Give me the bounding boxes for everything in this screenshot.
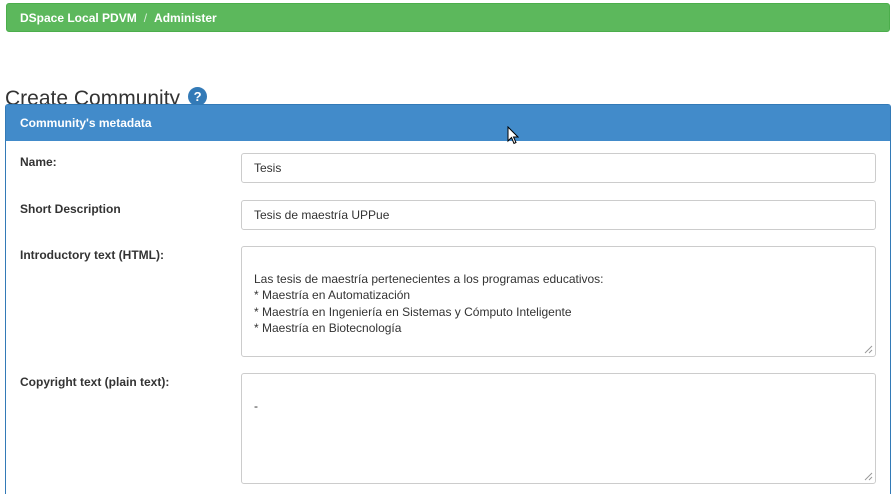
short-description-field[interactable]: Tesis de maestría UPPue <box>241 200 876 230</box>
breadcrumb-item-administer[interactable]: Administer <box>154 11 217 25</box>
copyright-text-value: - <box>254 398 258 413</box>
mouse-pointer-icon <box>507 126 519 145</box>
breadcrumb-item-home[interactable]: DSpace Local PDVM <box>20 11 137 25</box>
resize-handle-icon[interactable] <box>864 345 873 354</box>
breadcrumb-separator: / <box>143 10 148 25</box>
panel-heading: Community's metadata <box>6 105 890 141</box>
copyright-text-field[interactable]: - <box>241 373 876 484</box>
introductory-text-field[interactable]: Las tesis de maestría pertenecientes a l… <box>241 246 876 357</box>
introductory-text-value: Las tesis de maestría pertenecientes a l… <box>254 271 604 336</box>
question-circle-icon[interactable]: ? <box>188 86 208 106</box>
short-description-label: Short Description <box>20 202 121 216</box>
introductory-text-label: Introductory text (HTML): <box>20 248 164 262</box>
community-metadata-panel: Community's metadata Name: Tesis Short D… <box>5 104 891 494</box>
name-label: Name: <box>20 155 57 169</box>
name-field[interactable]: Tesis <box>241 153 876 183</box>
resize-handle-icon[interactable] <box>864 472 873 481</box>
breadcrumb: DSpace Local PDVM / Administer <box>6 3 890 32</box>
copyright-text-label: Copyright text (plain text): <box>20 375 170 389</box>
